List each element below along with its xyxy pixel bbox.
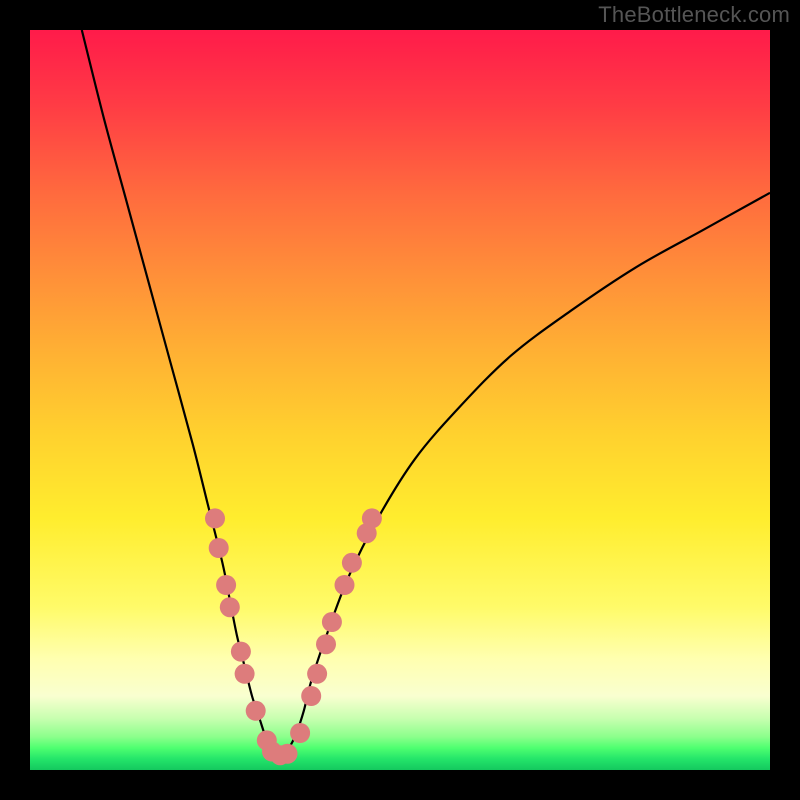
- watermark-text: TheBottleneck.com: [598, 2, 790, 28]
- plot-area: [30, 30, 770, 770]
- marker-dot: [290, 723, 310, 743]
- marker-dot: [322, 612, 342, 632]
- curve-right-branch: [282, 193, 770, 755]
- marker-dot: [362, 508, 382, 528]
- marker-dot: [301, 686, 321, 706]
- marker-dot: [316, 634, 336, 654]
- marker-dot: [278, 744, 298, 764]
- marker-dot: [335, 575, 355, 595]
- marker-dot: [342, 553, 362, 573]
- marker-dot: [220, 597, 240, 617]
- marker-dot: [216, 575, 236, 595]
- marker-dot: [205, 508, 225, 528]
- chart-frame: TheBottleneck.com: [0, 0, 800, 800]
- marker-dot: [231, 642, 251, 662]
- chart-svg: [30, 30, 770, 770]
- marker-dot: [209, 538, 229, 558]
- marker-dot: [307, 664, 327, 684]
- highlighted-markers: [205, 508, 382, 765]
- marker-dot: [235, 664, 255, 684]
- marker-dot: [246, 701, 266, 721]
